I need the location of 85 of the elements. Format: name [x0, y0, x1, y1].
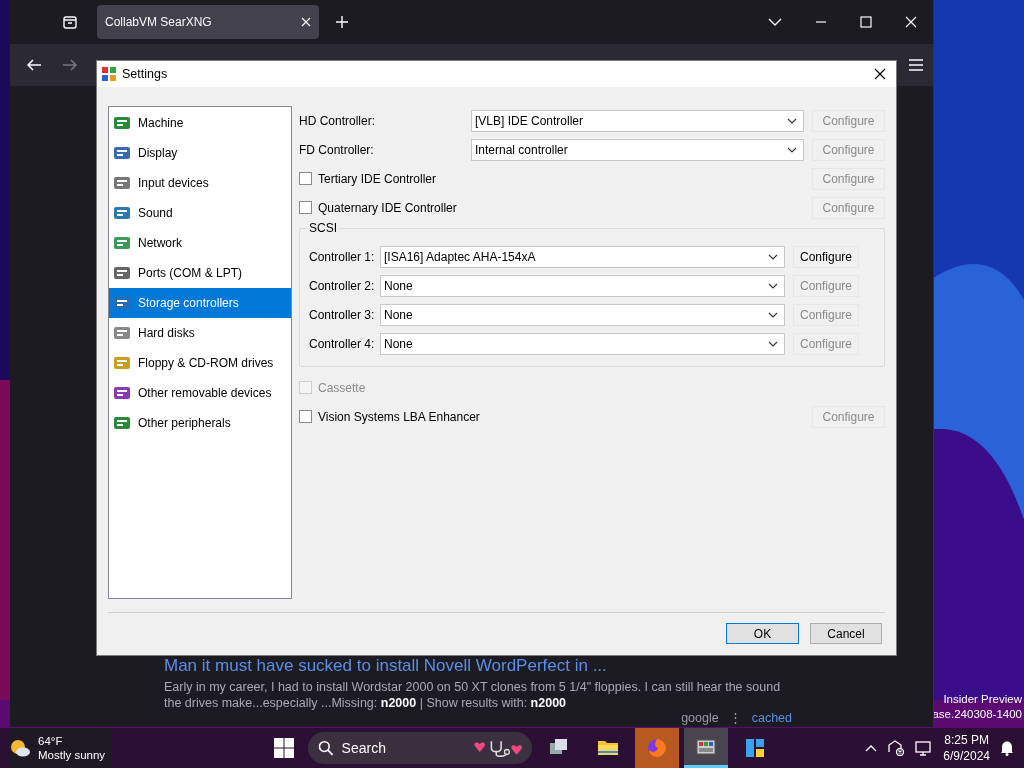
- category-item[interactable]: Other removable devices: [109, 378, 291, 408]
- category-item[interactable]: Storage controllers: [109, 288, 291, 318]
- device-icon: [113, 264, 131, 282]
- chevron-down-icon: [787, 146, 797, 153]
- field-label: HD Controller:: [299, 113, 377, 128]
- back-icon[interactable]: [26, 57, 42, 73]
- browser-icon: [646, 737, 668, 759]
- category-item[interactable]: Sound: [109, 198, 291, 228]
- device-icon: [113, 144, 131, 162]
- device-icon: [113, 174, 131, 192]
- chevron-up-icon[interactable]: [865, 744, 878, 752]
- dropdown[interactable]: [VLB] IDE Controller: [471, 109, 804, 132]
- group-title: SCSI: [307, 221, 339, 235]
- dropdown[interactable]: [ISA16] Adaptec AHA-154xA: [380, 245, 785, 268]
- device-icon: [113, 354, 131, 372]
- chevron-down-icon: [768, 340, 778, 347]
- category-item[interactable]: Ports (COM & LPT): [109, 258, 291, 288]
- bell-icon[interactable]: [1000, 740, 1014, 756]
- cached-link[interactable]: cached: [751, 711, 792, 726]
- dropdown[interactable]: None: [380, 332, 785, 355]
- result-snippet: Early in my career, I had to install Wordstar 2000 on 50 XT clones from 5 1/4" floppies. I can still hear the sound the drives make...especially ...Missing: n2000 | Show results with: n2000: [164, 679, 782, 711]
- dropdown[interactable]: None: [380, 303, 785, 326]
- checkbox[interactable]: [299, 201, 312, 214]
- device-icon: [113, 294, 131, 312]
- separator-text: ⋮: [728, 711, 742, 726]
- taskbar-app[interactable]: [684, 728, 728, 768]
- device-icon: [113, 114, 131, 132]
- dropdown[interactable]: None: [380, 274, 785, 297]
- category-item[interactable]: Hard disks: [109, 318, 291, 348]
- weather-text: Mostly sunny: [38, 748, 106, 762]
- category-item[interactable]: Machine: [109, 108, 291, 138]
- watermark-text: Insider Preview: [943, 692, 1022, 707]
- category-item[interactable]: Floppy & CD-ROM drives: [109, 348, 291, 378]
- chevron-down-icon: [768, 282, 778, 289]
- engine-label: google: [681, 711, 719, 726]
- tab-list-icon[interactable]: [62, 14, 78, 30]
- device-icon: [113, 384, 131, 402]
- menu-icon[interactable]: [909, 59, 923, 71]
- search-icon: [318, 740, 334, 756]
- maximize-icon[interactable]: [860, 16, 872, 28]
- category-item[interactable]: Input devices: [109, 168, 291, 198]
- result-link[interactable]: Man it must have sucked to install Novell WordPerfect in ...: [164, 656, 784, 676]
- checkbox-label: Vision Systems LBA Enhancer: [318, 409, 480, 424]
- field-label: Controller 1:: [309, 249, 376, 264]
- checkbox-label: Tertiary IDE Controller: [318, 171, 437, 186]
- search-field[interactable]: Search: [341, 740, 462, 756]
- category-item[interactable]: Network: [109, 228, 291, 258]
- checkbox[interactable]: [299, 410, 312, 423]
- checkbox[interactable]: [299, 172, 312, 185]
- clock-time: 8:25 PM: [944, 732, 989, 748]
- field-label: FD Controller:: [299, 142, 375, 157]
- device-icon: [113, 204, 131, 222]
- window-title: Settings: [122, 67, 168, 81]
- watermark-text: ase.240308-1400: [932, 707, 1022, 722]
- ok-button[interactable]: OK: [726, 623, 799, 644]
- category-item[interactable]: Other peripherals: [109, 408, 291, 438]
- configure-button[interactable]: Configure: [793, 245, 859, 268]
- tab-title: CollabVM SearXNG: [105, 15, 212, 29]
- browser-tab[interactable]: CollabVM SearXNG: [97, 5, 319, 39]
- forward-icon[interactable]: [62, 57, 78, 73]
- device-icon: [113, 234, 131, 252]
- app-icon: [101, 66, 117, 82]
- clock-date: 6/9/2024: [943, 748, 990, 764]
- close-icon[interactable]: [874, 68, 886, 80]
- checkbox-label: Cassette: [318, 380, 366, 395]
- weather-icon: [9, 737, 31, 759]
- monitor-icon[interactable]: [915, 740, 934, 756]
- cancel-button[interactable]: Cancel: [810, 623, 882, 644]
- search-bar[interactable]: Search: [308, 732, 532, 764]
- device-icon: [113, 414, 131, 432]
- network-off-icon[interactable]: [887, 740, 906, 756]
- chevron-down-icon: [768, 311, 778, 318]
- chevron-down-icon: [768, 253, 778, 260]
- field-label: Controller 2:: [309, 278, 376, 293]
- category-item[interactable]: Display: [109, 138, 291, 168]
- field-label: Controller 4:: [309, 336, 376, 351]
- field-label: Controller 3:: [309, 307, 376, 322]
- add-tab-icon[interactable]: [335, 15, 349, 29]
- temperature-text: 64°F: [38, 734, 64, 748]
- tiles-icon: [744, 737, 766, 759]
- dropdown[interactable]: Internal controller: [471, 138, 804, 161]
- chevron-down-icon: [787, 117, 797, 124]
- checkbox-label: Quaternary IDE Controller: [318, 200, 457, 215]
- device-icon: [113, 324, 131, 342]
- start-icon[interactable]: [274, 738, 294, 758]
